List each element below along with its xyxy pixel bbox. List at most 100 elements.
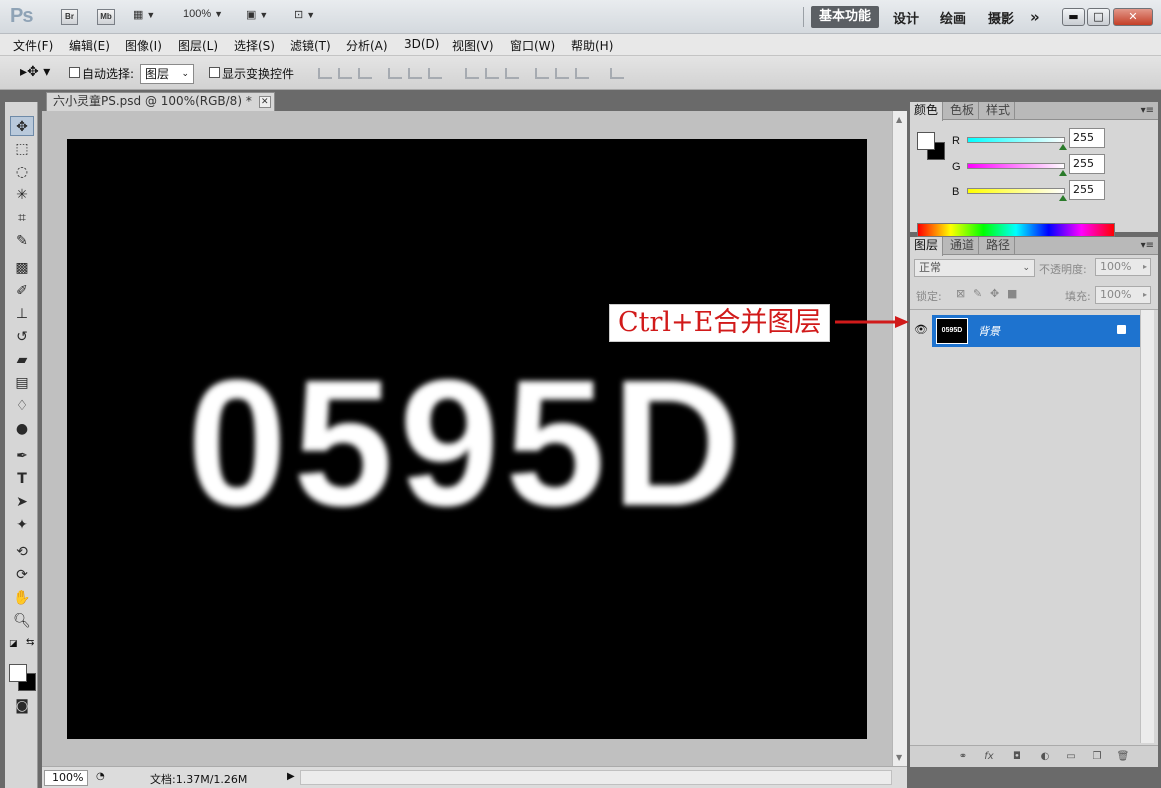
adjustment-layer-icon[interactable]: ◐ xyxy=(1038,750,1052,764)
status-info-icon[interactable]: ◔ xyxy=(96,771,105,782)
distribute-bottom-icon[interactable] xyxy=(505,68,519,79)
fill-field[interactable]: 100% ▸ xyxy=(1095,286,1151,304)
lock-position-icon[interactable]: ✥ xyxy=(990,287,999,300)
type-tool-icon[interactable]: T xyxy=(10,469,34,489)
align-bottom-icon[interactable] xyxy=(358,68,372,79)
3d-orbit-tool-icon[interactable]: ⟳ xyxy=(10,565,34,585)
layer-name[interactable]: 背景 xyxy=(978,323,1000,339)
brush-tool-icon[interactable]: ✐ xyxy=(10,281,34,301)
channel-g-knob[interactable] xyxy=(1059,170,1067,176)
channel-b-slider[interactable] xyxy=(967,188,1065,194)
panel-menu-icon[interactable]: ▾≡ xyxy=(1141,240,1154,251)
tab-layers[interactable]: 图层 xyxy=(910,237,944,256)
workspace-painting[interactable]: 绘画 xyxy=(940,8,966,27)
default-colors-icon[interactable]: ◪ xyxy=(9,639,18,649)
menu-image[interactable]: 图像(I) xyxy=(125,37,162,54)
quick-mask-icon[interactable]: ◙ xyxy=(10,696,34,716)
maximize-button[interactable]: □ xyxy=(1087,8,1110,26)
menu-edit[interactable]: 编辑(E) xyxy=(69,37,110,54)
tab-color[interactable]: 颜色 xyxy=(910,102,944,121)
align-right-icon[interactable] xyxy=(428,68,442,79)
lock-transparency-icon[interactable]: ⊠ xyxy=(956,287,965,300)
quick-select-tool-icon[interactable]: ✳ xyxy=(10,185,34,205)
align-hcenter-icon[interactable] xyxy=(408,68,422,79)
foreground-color-swatch[interactable] xyxy=(9,664,27,682)
tab-channels[interactable]: 通道 xyxy=(946,237,980,255)
distribute-top-icon[interactable] xyxy=(465,68,479,79)
distribute-left-icon[interactable] xyxy=(535,68,549,79)
tab-styles[interactable]: 样式 xyxy=(982,102,1016,120)
menu-view[interactable]: 视图(V) xyxy=(452,37,494,54)
zoom-tool-icon[interactable]: 🔍︎ xyxy=(10,611,34,631)
link-layers-icon[interactable]: ⚭ xyxy=(956,750,970,764)
zoom-dropdown[interactable]: 100% ▼ xyxy=(183,8,223,20)
workspace-photography[interactable]: 摄影 xyxy=(988,8,1014,27)
eraser-tool-icon[interactable]: ▰ xyxy=(10,350,34,370)
dodge-tool-icon[interactable]: ● xyxy=(10,419,34,439)
align-left-icon[interactable] xyxy=(388,68,402,79)
scroll-up-icon[interactable]: ▲ xyxy=(896,115,902,124)
move-tool-preset-icon[interactable]: ▸✥ ▾ xyxy=(20,64,50,80)
status-menu-arrow-icon[interactable]: ▶ xyxy=(287,771,295,782)
clone-stamp-tool-icon[interactable]: ⊥ xyxy=(10,304,34,324)
panel-menu-icon[interactable]: ▾≡ xyxy=(1141,105,1154,116)
close-icon[interactable]: ✕ xyxy=(258,96,271,108)
layer-style-icon[interactable]: fx xyxy=(982,750,996,764)
close-button[interactable]: ✕ xyxy=(1113,8,1153,26)
menu-window[interactable]: 窗口(W) xyxy=(510,37,555,54)
channel-g-value[interactable]: 255 xyxy=(1069,154,1105,174)
document-tab[interactable]: 六小灵童PS.psd @ 100%(RGB/8) * ✕ xyxy=(46,92,275,111)
vertical-scrollbar[interactable]: ▲ ▼ xyxy=(892,111,907,766)
add-mask-icon[interactable]: ◘ xyxy=(1010,750,1024,764)
menu-file[interactable]: 文件(F) xyxy=(13,37,53,54)
new-layer-icon[interactable]: ❐ xyxy=(1090,750,1104,764)
minibridge-button[interactable]: Mb xyxy=(97,9,115,25)
channel-r-slider[interactable] xyxy=(967,137,1065,143)
canvas[interactable]: 0595D xyxy=(67,139,867,739)
menu-help[interactable]: 帮助(H) xyxy=(571,37,613,54)
lock-pixels-icon[interactable]: ✎ xyxy=(973,287,982,300)
color-spectrum-bar[interactable] xyxy=(917,223,1115,237)
gradient-tool-icon[interactable]: ▤ xyxy=(10,373,34,393)
view-extras-dropdown[interactable]: ▦ ▼ xyxy=(133,8,155,21)
marquee-tool-icon[interactable]: ⬚ xyxy=(10,139,34,159)
pen-tool-icon[interactable]: ✒ xyxy=(10,446,34,466)
custom-shape-tool-icon[interactable]: ✦ xyxy=(10,515,34,535)
menu-filter[interactable]: 滤镜(T) xyxy=(290,37,331,54)
opacity-field[interactable]: 100% ▸ xyxy=(1095,258,1151,276)
minimize-button[interactable]: ▬ xyxy=(1062,8,1085,26)
path-selection-tool-icon[interactable]: ➤ xyxy=(10,492,34,512)
workspace-design[interactable]: 设计 xyxy=(893,8,919,27)
align-top-icon[interactable] xyxy=(318,68,332,79)
screen-mode-dropdown[interactable]: ⊡ ▼ xyxy=(294,8,315,21)
new-group-icon[interactable]: ▭ xyxy=(1064,750,1078,764)
show-transform-checkbox[interactable] xyxy=(209,67,220,78)
eyedropper-tool-icon[interactable]: ✎ xyxy=(10,231,34,251)
tab-paths[interactable]: 路径 xyxy=(982,237,1016,255)
channel-b-knob[interactable] xyxy=(1059,195,1067,201)
blur-tool-icon[interactable]: ♢ xyxy=(10,396,34,416)
arrange-documents-dropdown[interactable]: ▣ ▼ xyxy=(246,8,268,21)
layers-scrollbar[interactable] xyxy=(1140,310,1154,743)
trash-icon[interactable]: 🗑︎ xyxy=(1116,750,1130,764)
channel-g-slider[interactable] xyxy=(967,163,1065,169)
menu-select[interactable]: 选择(S) xyxy=(234,37,275,54)
channel-r-knob[interactable] xyxy=(1059,144,1067,150)
more-workspaces-icon[interactable]: » xyxy=(1030,8,1040,26)
menu-analysis[interactable]: 分析(A) xyxy=(346,37,388,54)
move-tool-icon[interactable]: ✥ xyxy=(10,116,34,136)
swap-colors-icon[interactable]: ⇆ xyxy=(26,637,34,648)
channel-b-value[interactable]: 255 xyxy=(1069,180,1105,200)
auto-select-dropdown[interactable]: 图层 ⌄ xyxy=(140,64,194,84)
3d-rotate-tool-icon[interactable]: ⟲ xyxy=(10,542,34,562)
channel-r-value[interactable]: 255 xyxy=(1069,128,1105,148)
workspace-essentials[interactable]: 基本功能 xyxy=(811,6,880,28)
menu-layer[interactable]: 图层(L) xyxy=(178,37,218,54)
distribute-vcenter-icon[interactable] xyxy=(485,68,499,79)
bridge-button[interactable]: Br xyxy=(61,9,78,25)
scroll-down-icon[interactable]: ▼ xyxy=(896,753,902,762)
blend-mode-dropdown[interactable]: 正常 ⌄ xyxy=(914,259,1035,277)
layer-row[interactable]: 0595D 背景 xyxy=(932,315,1140,347)
menu-3d[interactable]: 3D(D) xyxy=(404,37,439,51)
healing-brush-tool-icon[interactable]: ▩ xyxy=(10,258,34,278)
